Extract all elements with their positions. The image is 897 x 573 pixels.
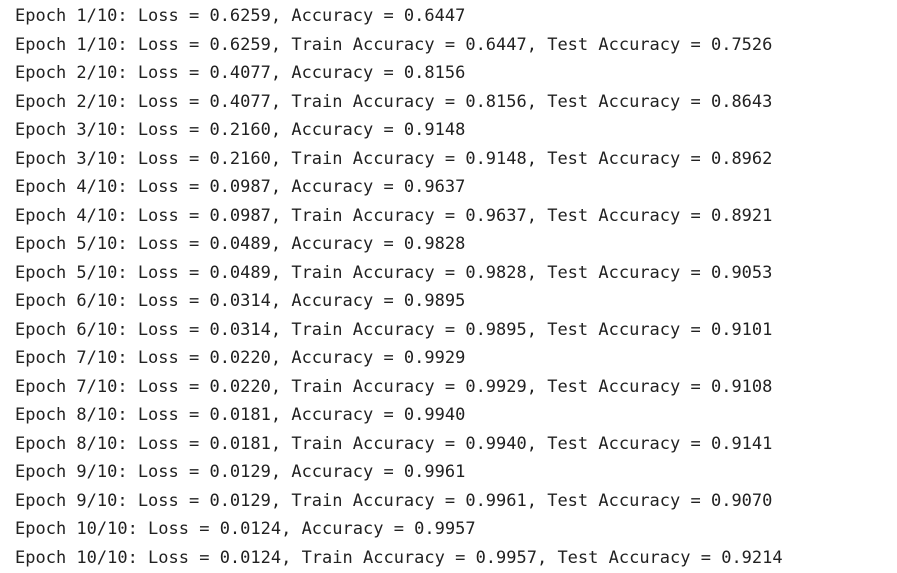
output-line: Epoch 3/10: Loss = 0.2160, Accuracy = 0.… [15, 120, 466, 140]
output-line: Epoch 1/10: Loss = 0.6259, Train Accurac… [15, 34, 773, 55]
output-line: Epoch 5/10: Loss = 0.0489, Train Accurac… [15, 262, 773, 283]
output-line: Epoch 4/10: Loss = 0.0987, Train Accurac… [15, 205, 773, 226]
output-line: Epoch 2/10: Loss = 0.4077, Train Accurac… [15, 91, 773, 112]
output-line: Epoch 9/10: Loss = 0.0129, Train Accurac… [15, 490, 773, 511]
output-line: Epoch 10/10: Loss = 0.0124, Accuracy = 0… [15, 519, 476, 539]
output-line: Epoch 6/10: Loss = 0.0314, Train Accurac… [15, 319, 773, 340]
console-output: Epoch 1/10: Loss = 0.6259, Accuracy = 0.… [0, 0, 897, 573]
output-line: Epoch 7/10: Loss = 0.0220, Train Accurac… [15, 376, 773, 397]
output-line: Epoch 6/10: Loss = 0.0314, Accuracy = 0.… [15, 291, 466, 311]
output-line: Epoch 3/10: Loss = 0.2160, Train Accurac… [15, 148, 773, 169]
output-line: Epoch 10/10: Loss = 0.0124, Train Accura… [15, 547, 783, 568]
output-line: Epoch 1/10: Loss = 0.6259, Accuracy = 0.… [15, 6, 466, 26]
output-line: Epoch 5/10: Loss = 0.0489, Accuracy = 0.… [15, 234, 466, 254]
output-line: Epoch 9/10: Loss = 0.0129, Accuracy = 0.… [15, 462, 466, 482]
output-line: Epoch 8/10: Loss = 0.0181, Train Accurac… [15, 433, 773, 454]
output-line: Epoch 8/10: Loss = 0.0181, Accuracy = 0.… [15, 405, 466, 425]
output-line: Epoch 2/10: Loss = 0.4077, Accuracy = 0.… [15, 63, 466, 83]
output-line: Epoch 4/10: Loss = 0.0987, Accuracy = 0.… [15, 177, 466, 197]
output-line: Epoch 7/10: Loss = 0.0220, Accuracy = 0.… [15, 348, 466, 368]
